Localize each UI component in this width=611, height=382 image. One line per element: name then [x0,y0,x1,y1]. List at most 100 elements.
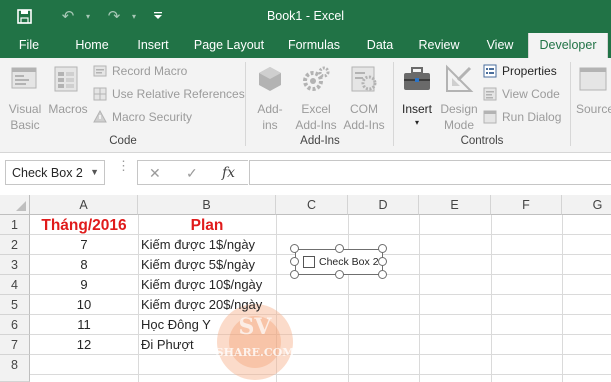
title-bar: ↶ ▾ ↷ ▾ Book1 - Excel [0,0,611,33]
row-header-8[interactable]: 8 [0,355,30,382]
check-box-label: Check Box 2 [319,256,379,268]
column-header-a[interactable]: A [30,195,138,215]
com-addins-button[interactable]: COM Add-Ins [340,62,388,132]
cell-a3[interactable]: 8 [30,255,138,275]
visual-basic-label-1: Visual [8,102,42,116]
design-mode-icon [446,64,474,92]
column-header-g[interactable]: G [562,195,611,215]
view-code-icon [483,87,497,101]
cell-a2[interactable]: 7 [30,235,138,255]
cell-b5[interactable]: Kiếm được 20$/ngày [141,295,262,315]
cell-b4[interactable]: Kiếm được 10$/ngày [141,275,262,295]
design-mode-button[interactable]: Design Mode [438,62,480,132]
warning-icon [93,110,107,123]
tab-view[interactable]: View [478,33,522,58]
macros-button[interactable]: Macros [46,62,90,132]
ribbon-tabs: File Home Insert Page Layout Formulas Da… [0,33,611,58]
column-header-c[interactable]: C [276,195,348,215]
properties-button[interactable]: Properties [483,62,557,80]
row-header-2[interactable]: 2 [0,235,30,255]
cell-a5[interactable]: 10 [30,295,138,315]
resize-handle-icon[interactable]: ⋮ [117,159,130,181]
properties-icon [483,64,497,78]
cell-b7[interactable]: Đi Phượt [141,335,194,355]
row-header-6[interactable]: 6 [0,315,30,335]
controls-group-label: Controls [460,135,504,147]
tab-home[interactable]: Home [66,33,118,58]
resize-handle[interactable] [290,257,299,266]
visual-basic-button[interactable]: Visual Basic [4,62,46,132]
chevron-down-icon: ▾ [414,118,419,127]
tab-data[interactable]: Data [358,33,402,58]
name-box[interactable]: Check Box 2 ▼ [5,160,105,185]
formula-buttons: ✕ ✓ fx [137,160,248,185]
formula-input[interactable] [249,160,611,185]
resize-handle[interactable] [378,270,387,279]
run-dialog-button[interactable]: Run Dialog [483,108,561,126]
properties-label: Properties [502,64,557,78]
macros-label: Macros [48,102,88,116]
relative-references-icon [93,87,107,101]
resize-handle[interactable] [335,270,344,279]
view-code-button[interactable]: View Code [483,85,560,103]
gridline [419,215,420,382]
insert-control-button[interactable]: Insert ▾ [397,62,437,132]
row-header-3[interactable]: 3 [0,255,30,275]
row-header-4[interactable]: 4 [0,275,30,295]
checkbox-square-icon[interactable] [303,256,315,268]
insert-function-icon[interactable]: fx [222,165,235,181]
row-header-1[interactable]: 1 [0,215,30,235]
cell-b2[interactable]: Kiếm được 1$/ngày [141,235,255,255]
excel-addins-button[interactable]: Excel Add-Ins [292,62,340,132]
cell-a1[interactable]: Tháng/2016 [30,216,138,236]
record-macro-button[interactable]: Record Macro [93,62,187,80]
name-box-value: Check Box 2 [12,166,83,180]
addins-group-label: Add-Ins [300,135,340,147]
relative-references-button[interactable]: Use Relative References [93,85,245,103]
macro-security-button[interactable]: Macro Security [93,108,192,126]
ribbon: Visual Basic Macros Record Macro Use Rel… [0,58,611,153]
gridline [30,374,611,375]
gear-icon [303,66,330,91]
resize-handle[interactable] [378,244,387,253]
chevron-down-icon[interactable]: ▼ [90,167,99,177]
macro-security-label: Macro Security [112,110,193,124]
cancel-icon[interactable]: ✕ [149,165,161,182]
gridline [138,215,139,382]
enter-icon[interactable]: ✓ [186,165,198,182]
cell-a6[interactable]: 11 [30,315,138,335]
cell-b1[interactable]: Plan [138,216,276,236]
relative-references-label: Use Relative References [112,87,245,101]
addins-button[interactable]: Add- ins [250,62,290,132]
macros-icon [54,66,78,92]
tab-developer[interactable]: Developer [528,33,608,58]
cell-b3[interactable]: Kiếm được 5$/ngày [141,255,255,275]
tab-page-layout[interactable]: Page Layout [190,33,268,58]
column-header-f[interactable]: F [491,195,562,215]
resize-handle[interactable] [290,270,299,279]
svg-text:SHARE.COM: SHARE.COM [216,346,295,359]
resize-handle[interactable] [290,244,299,253]
row-header-7[interactable]: 7 [0,335,30,355]
cell-a7[interactable]: 12 [30,335,138,355]
select-all-button[interactable] [0,195,30,215]
ribbon-separator [245,62,246,146]
com-addins-label-2: Add-Ins [343,118,385,132]
tab-review[interactable]: Review [410,33,468,58]
cell-a4[interactable]: 9 [30,275,138,295]
tab-file[interactable]: File [6,33,52,58]
resize-handle[interactable] [335,244,344,253]
column-header-e[interactable]: E [419,195,491,215]
tab-formulas[interactable]: Formulas [280,33,348,58]
view-code-label: View Code [502,87,560,101]
source-button[interactable]: Source [574,62,611,132]
cell-b6[interactable]: Học Đông Y [141,315,211,335]
resize-handle[interactable] [378,257,387,266]
insert-control-label: Insert [401,102,432,116]
column-header-b[interactable]: B [138,195,276,215]
column-header-d[interactable]: D [348,195,419,215]
tab-insert[interactable]: Insert [128,33,178,58]
code-group-label: Code [109,135,137,147]
row-header-5[interactable]: 5 [0,295,30,315]
com-addins-icon [351,66,377,92]
